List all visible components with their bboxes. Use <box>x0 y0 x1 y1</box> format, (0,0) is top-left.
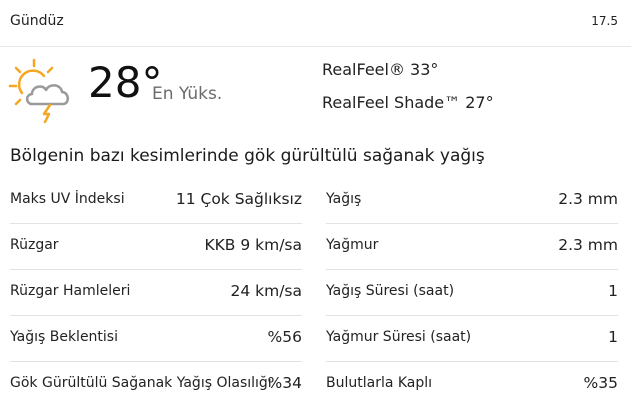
detail-value: 2.3 mm <box>558 236 618 254</box>
detail-row-thunderstorm-probability: Gök Gürültülü Sağanak Yağış Olasılığı %3… <box>10 362 302 407</box>
detail-value: %56 <box>267 328 302 346</box>
detail-row-precipitation: Yağış 2.3 mm <box>326 178 618 224</box>
detail-row-precip-hours: Yağış Süresi (saat) 1 <box>326 270 618 316</box>
day-label: Gündüz <box>10 13 64 29</box>
detail-row-wind: Rüzgar KKB 9 km/sa <box>10 224 302 270</box>
detail-label: Rüzgar Hamleleri <box>10 283 131 299</box>
detail-row-wind-gusts: Rüzgar Hamleleri 24 km/sa <box>10 270 302 316</box>
detail-value: 11 Çok Sağlıksız <box>175 190 302 208</box>
detail-label: Yağış <box>326 191 362 207</box>
date-label: 17.5 <box>591 14 618 28</box>
weather-phrase: Bölgenin bazı kesimlerinde gök gürültülü… <box>10 146 485 166</box>
detail-label: Yağış Beklentisi <box>10 329 118 345</box>
detail-label: Maks UV İndeksi <box>10 191 125 207</box>
detail-label: Yağış Süresi (saat) <box>326 283 455 299</box>
detail-label: Yağmur <box>326 237 379 253</box>
details-left-list: Maks UV İndeksi 11 Çok Sağlıksız Rüzgar … <box>10 178 302 407</box>
detail-value: 1 <box>608 282 618 300</box>
detail-value: KKB 9 km/sa <box>204 236 302 254</box>
detail-label: Rüzgar <box>10 237 59 253</box>
detail-value: 1 <box>608 328 618 346</box>
sun-cloud-lightning-icon <box>8 58 76 124</box>
detail-value: 24 km/sa <box>230 282 302 300</box>
panel-header: Gündüz 17.5 <box>0 0 631 47</box>
detail-value: 2.3 mm <box>558 190 618 208</box>
temperature-label: En Yüks. <box>152 84 223 104</box>
detail-label: Bulutlarla Kaplı <box>326 375 433 391</box>
detail-row-rain: Yağmur 2.3 mm <box>326 224 618 270</box>
detail-value: %34 <box>267 374 302 392</box>
realfeel-value: RealFeel® 33° <box>322 60 439 79</box>
detail-row-rain-hours: Yağmur Süresi (saat) 1 <box>326 316 618 362</box>
detail-label: Yağmur Süresi (saat) <box>326 329 472 345</box>
detail-row-cloud-cover: Bulutlarla Kaplı %35 <box>326 362 618 407</box>
detail-label: Gök Gürültülü Sağanak Yağış Olasılığı <box>10 375 272 391</box>
realfeel-shade-value: RealFeel Shade™ 27° <box>322 93 494 112</box>
detail-row-precip-probability: Yağış Beklentisi %56 <box>10 316 302 362</box>
detail-value: %35 <box>583 374 618 392</box>
details-right-list: Yağış 2.3 mm Yağmur 2.3 mm Yağış Süresi … <box>326 178 618 407</box>
detail-row-uv: Maks UV İndeksi 11 Çok Sağlıksız <box>10 178 302 224</box>
